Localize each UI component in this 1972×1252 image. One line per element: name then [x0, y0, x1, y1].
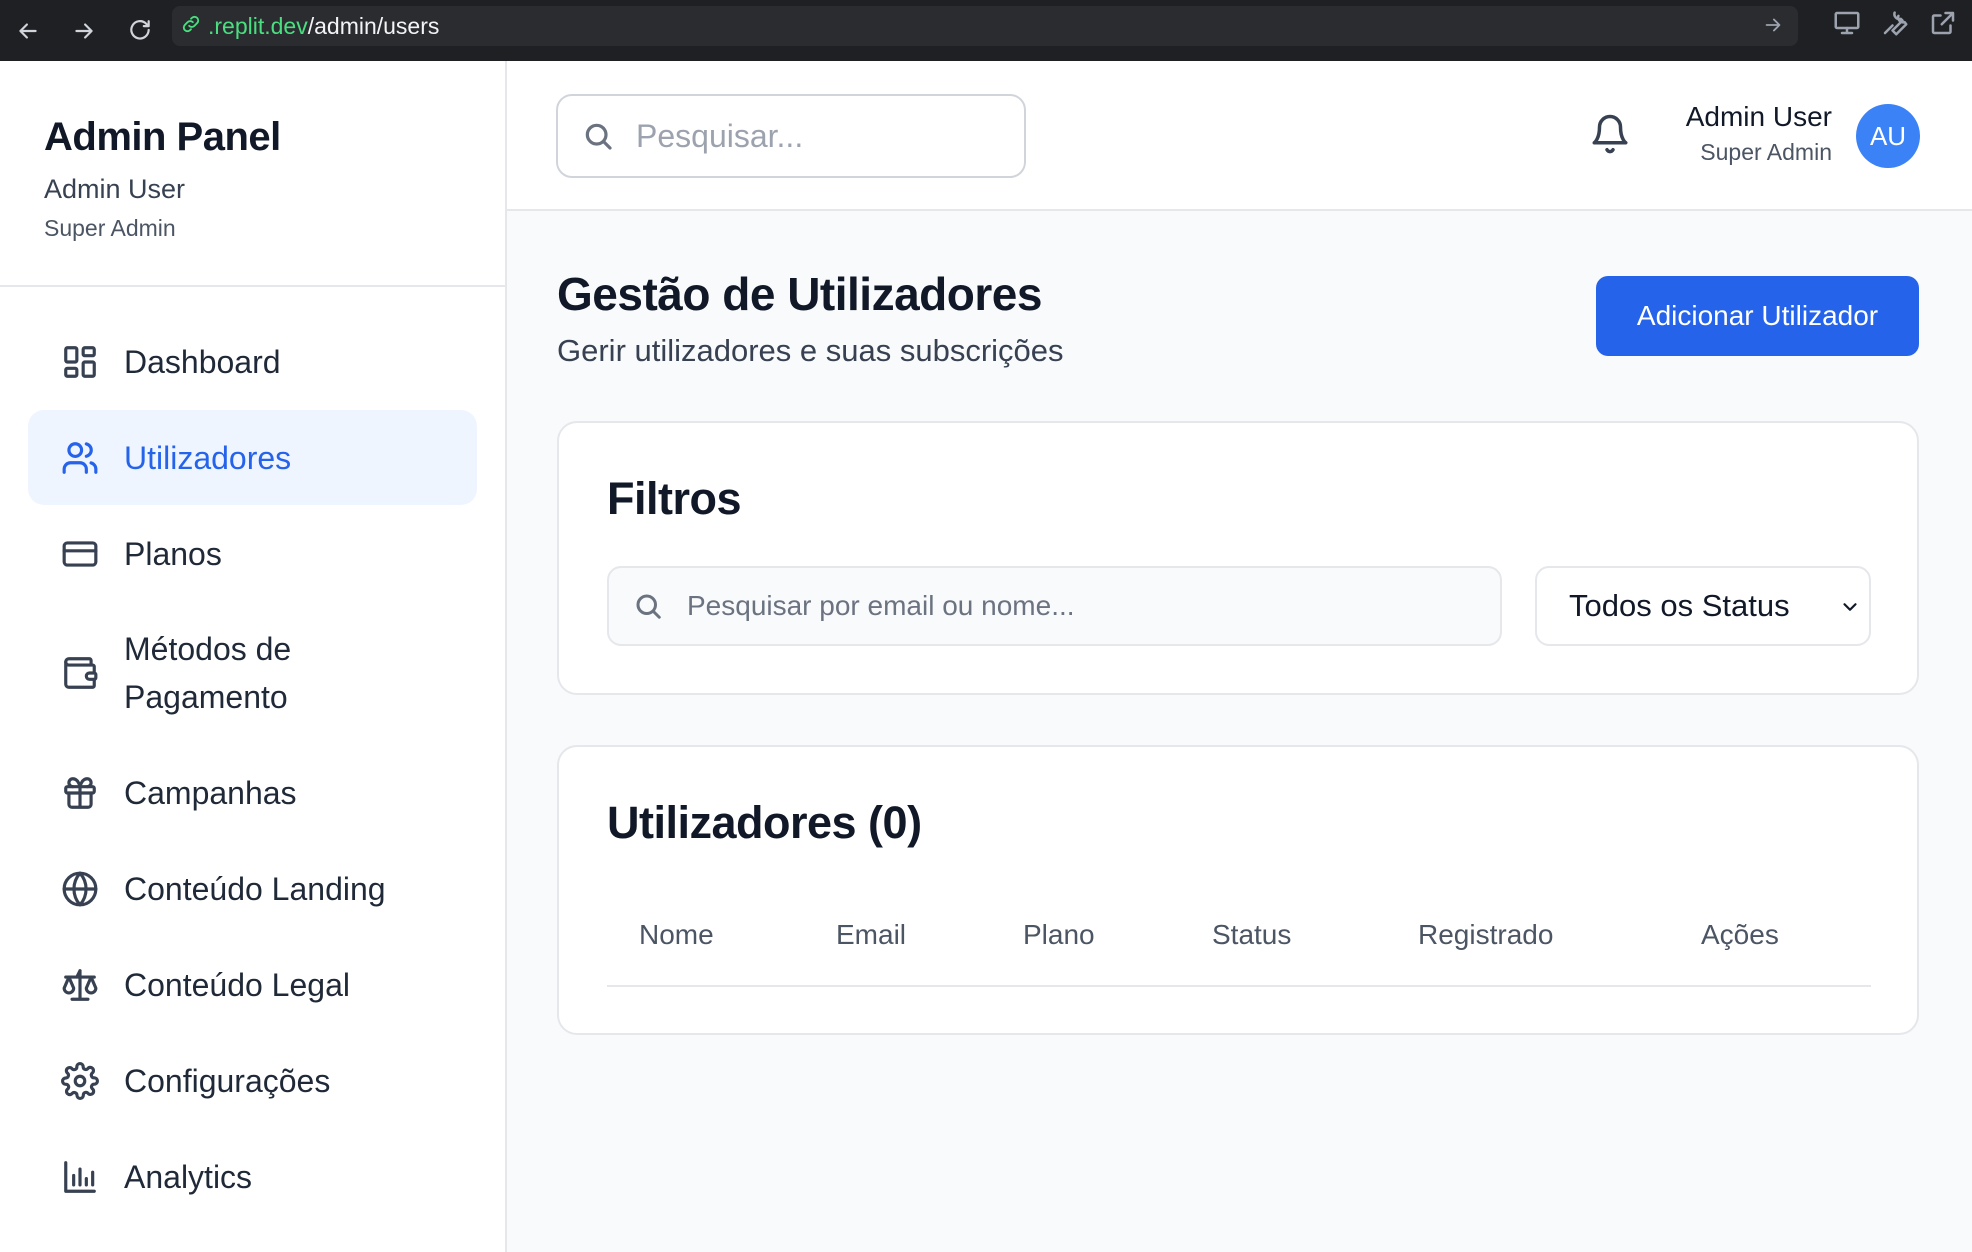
sidebar-item-dashboard[interactable]: Dashboard — [28, 314, 477, 409]
users-table-title: Utilizadores (0) — [607, 797, 922, 848]
users-table-header: Nome Email Plano Status Registrado Ações — [607, 901, 1871, 987]
back-button[interactable] — [0, 5, 56, 57]
column-header-registrado[interactable]: Registrado — [1418, 919, 1553, 951]
sidebar-item-label: Métodos de Pagamento — [124, 631, 292, 715]
page-title: Gestão de Utilizadores — [557, 268, 1042, 320]
column-header-status[interactable]: Status — [1212, 919, 1291, 951]
column-header-plano[interactable]: Plano — [1023, 919, 1095, 951]
header-search[interactable] — [556, 94, 1026, 178]
monitor-icon[interactable] — [1832, 8, 1862, 43]
wrench-icon[interactable] — [1880, 8, 1910, 43]
column-header-nome[interactable]: Nome — [639, 919, 714, 951]
search-icon — [585, 123, 612, 150]
status-filter-value: Todos os Status — [1569, 588, 1790, 623]
sidebar-item-utilizadores[interactable]: Utilizadores — [28, 410, 477, 505]
sidebar-item-label: Campanhas — [124, 774, 297, 811]
go-arrow-icon[interactable] — [1762, 14, 1784, 41]
wallet-icon — [60, 653, 100, 693]
sidebar-item-label: Dashboard — [124, 343, 281, 380]
address-bar[interactable]: .replit.dev/admin/users — [172, 6, 1798, 46]
sidebar-item-label: Utilizadores — [124, 439, 292, 476]
gift-icon — [60, 773, 100, 813]
sidebar-item-label: Conteúdo Legal — [124, 966, 350, 1003]
scale-icon — [60, 965, 100, 1005]
column-header-acoes[interactable]: Ações — [1701, 919, 1779, 951]
header-user-role: Super Admin — [1700, 139, 1832, 165]
reload-button[interactable] — [112, 5, 168, 57]
sidebar-item-configuracoes[interactable]: Configurações — [28, 1033, 477, 1128]
sidebar-item-label: Configurações — [124, 1062, 331, 1099]
arrow-left-icon — [19, 22, 37, 39]
sidebar-item-label: Planos — [124, 535, 222, 572]
browser-toolbar: .replit.dev/admin/users — [0, 0, 1972, 61]
link-icon — [180, 13, 202, 40]
reload-icon — [130, 19, 150, 40]
filter-search-input[interactable] — [687, 590, 1467, 622]
notifications-button[interactable] — [1589, 113, 1633, 157]
gear-icon — [60, 1061, 100, 1101]
sidebar-item-label: Analytics — [124, 1158, 253, 1195]
bell-icon — [1592, 114, 1628, 154]
chevron-down-icon — [1843, 603, 1857, 611]
sidebar-title: Admin Panel — [44, 115, 281, 159]
page-subtitle: Gerir utilizadores e suas subscrições — [557, 333, 1064, 368]
top-header: Admin User Super Admin AU — [507, 61, 1972, 211]
url-text: .replit.dev/admin/users — [208, 12, 440, 39]
sidebar-item-campanhas[interactable]: Campanhas — [28, 745, 477, 840]
sidebar-item-conteudo-legal[interactable]: Conteúdo Legal — [28, 937, 477, 1032]
forward-button[interactable] — [56, 5, 112, 57]
avatar[interactable]: AU — [1856, 104, 1920, 168]
sidebar-item-analytics[interactable]: Analytics — [28, 1129, 477, 1224]
external-link-icon[interactable] — [1928, 8, 1958, 43]
sidebar-nav: Dashboard Utilizadores Planos Métodos de… — [0, 287, 505, 1224]
header-search-input[interactable] — [636, 117, 1016, 155]
globe-icon — [60, 869, 100, 909]
header-user-info: Admin User Super Admin — [1686, 101, 1832, 166]
sidebar-item-conteudo-landing[interactable]: Conteúdo Landing — [28, 841, 477, 936]
sidebar: Admin Panel Admin User Super Admin Dashb… — [0, 61, 507, 1252]
sidebar-item-label: Conteúdo Landing — [124, 870, 386, 907]
search-icon — [636, 594, 661, 619]
filters-title: Filtros — [607, 473, 742, 524]
users-card: Utilizadores (0) Nome Email Plano Status… — [557, 745, 1919, 1035]
filters-card: Filtros Todos os Status — [557, 421, 1919, 695]
sidebar-item-metodos-pagamento[interactable]: Métodos de Pagamento — [28, 602, 477, 744]
credit-card-icon — [60, 534, 100, 574]
add-user-button[interactable]: Adicionar Utilizador — [1596, 276, 1919, 356]
header-user-name: Admin User — [1685, 101, 1832, 132]
status-filter-select[interactable]: Todos os Status — [1535, 566, 1871, 646]
users-icon — [60, 438, 100, 478]
column-header-email[interactable]: Email — [836, 919, 906, 951]
sidebar-user-name: Admin User — [44, 174, 186, 204]
layout-grid-icon — [60, 342, 100, 382]
sidebar-item-planos[interactable]: Planos — [28, 506, 477, 601]
arrow-right-icon — [75, 22, 93, 39]
bar-chart-icon — [60, 1157, 100, 1197]
filter-search[interactable] — [607, 566, 1502, 646]
sidebar-user-role: Super Admin — [44, 215, 176, 241]
sidebar-brand: Admin Panel Admin User Super Admin — [0, 61, 505, 287]
